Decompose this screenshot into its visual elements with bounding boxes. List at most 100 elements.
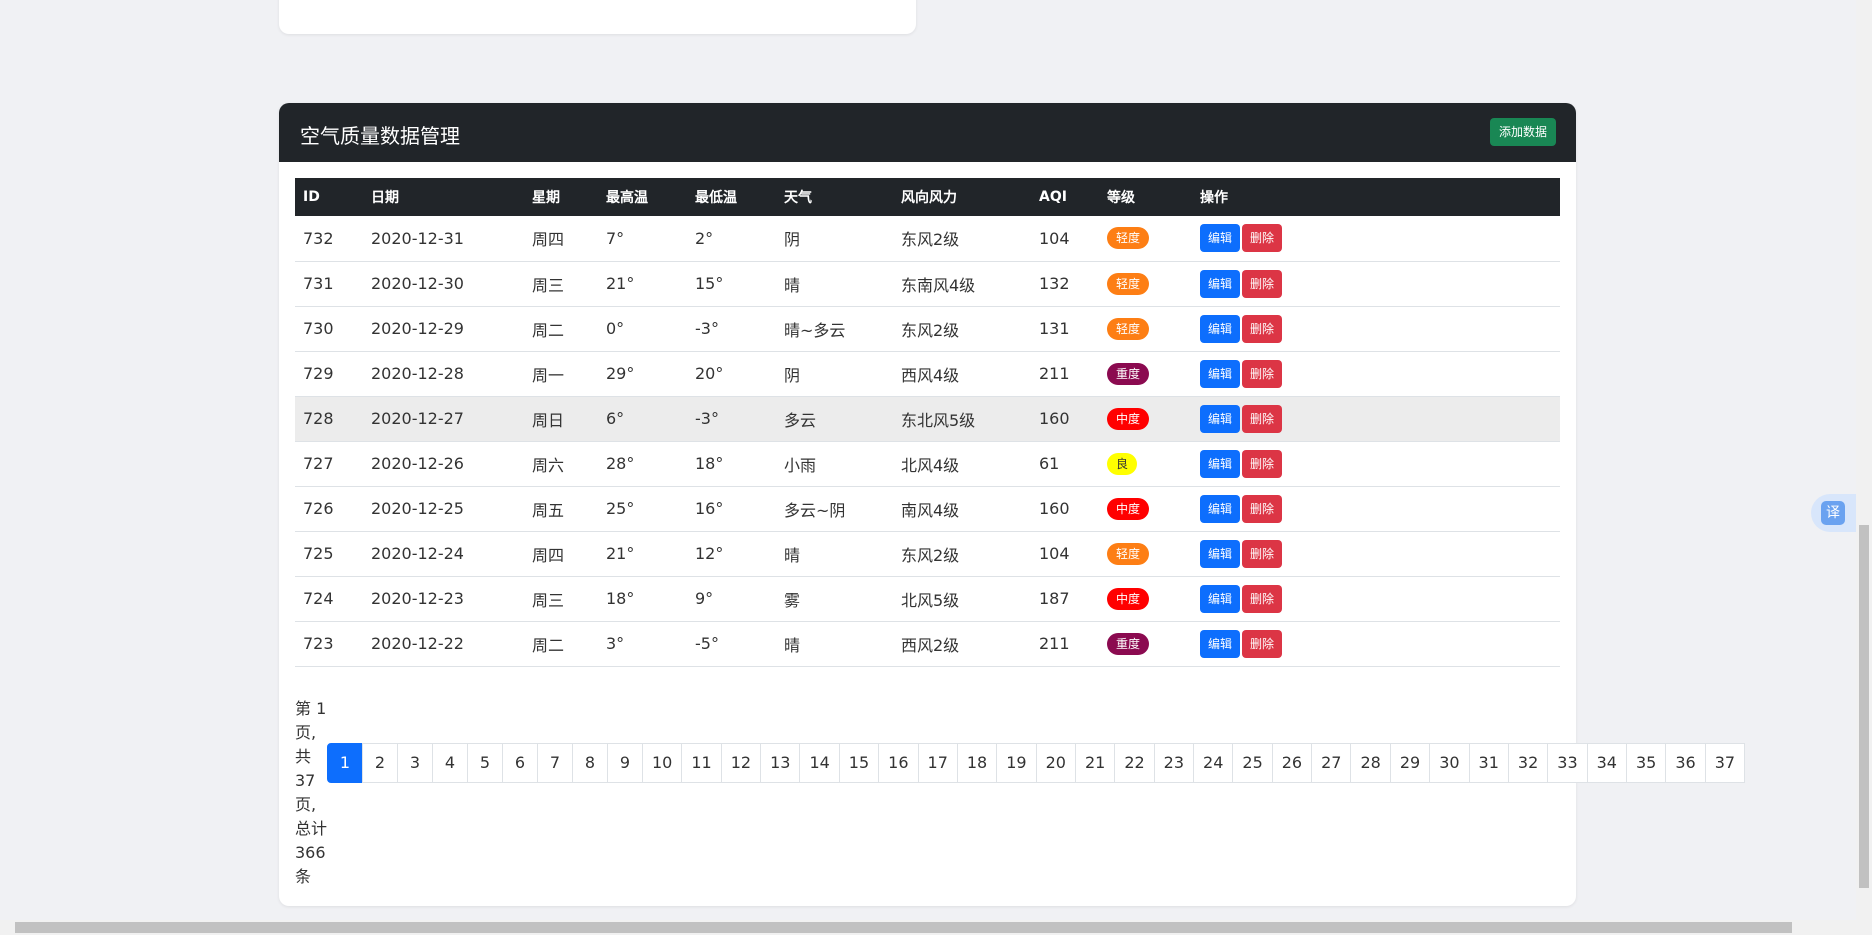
air-quality-table: ID 日期 星期 最高温 最低温 天气 风向风力 AQI 等级 操作 732 2020-12-31 周… [295, 178, 1560, 667]
vertical-scrollbar-thumb[interactable] [1859, 525, 1869, 888]
edit-button[interactable]: 编辑 [1200, 224, 1241, 253]
page-link-6[interactable]: 6 [502, 743, 538, 783]
cell-low-temp: 9° [695, 589, 714, 608]
edit-button[interactable]: 编辑 [1200, 584, 1241, 613]
table-row: 724 2020-12-23 周三 18° 9° 雾 北风5级 187 中度 编辑 删除 [295, 576, 1560, 621]
translate-icon[interactable]: 译 [1821, 501, 1845, 525]
cell-id: 725 [303, 544, 334, 563]
delete-button[interactable]: 删除 [1242, 449, 1283, 478]
page-link-37[interactable]: 37 [1704, 743, 1746, 783]
cell-weather: 多云~阴 [784, 500, 846, 520]
page-link-22[interactable]: 22 [1114, 743, 1155, 783]
edit-button[interactable]: 编辑 [1200, 539, 1241, 568]
page-link-36[interactable]: 36 [1665, 743, 1706, 783]
cell-weather: 多云 [784, 410, 817, 430]
vertical-scrollbar[interactable] [1856, 0, 1872, 920]
page-link-25[interactable]: 25 [1232, 743, 1273, 783]
cell-weekday: 周一 [532, 365, 565, 385]
page-link-15[interactable]: 15 [838, 743, 880, 783]
cell-id: 729 [303, 364, 334, 383]
page-link-24[interactable]: 24 [1193, 743, 1234, 783]
page-link-4[interactable]: 4 [432, 743, 468, 783]
cell-aqi: 132 [1039, 274, 1070, 293]
page-link-31[interactable]: 31 [1468, 743, 1509, 783]
pagination: 1 2 3 4 5 6 7 8 9 10 11 12 13 14 15 16 17 18 19 20 21 22 23 24 2… [327, 743, 1746, 783]
page-link-20[interactable]: 20 [1035, 743, 1076, 783]
cell-actions: 编辑 删除 [1192, 351, 1560, 396]
edit-button[interactable]: 编辑 [1200, 359, 1241, 388]
cell-level: 良 [1099, 441, 1192, 486]
edit-button[interactable]: 编辑 [1200, 449, 1241, 478]
page-link-1[interactable]: 1 [327, 743, 363, 783]
cell-weather: 晴~多云 [784, 320, 846, 340]
page-link-28[interactable]: 28 [1350, 743, 1391, 783]
horizontal-scrollbar[interactable] [0, 920, 1872, 935]
column-header: 天气 [784, 190, 812, 206]
cell-actions: 编辑 删除 [1192, 621, 1560, 666]
edit-button[interactable]: 编辑 [1200, 494, 1241, 523]
page-link-11[interactable]: 11 [681, 743, 722, 783]
cell-aqi: 104 [1039, 544, 1070, 563]
cell-wind: 东风2级 [901, 320, 960, 340]
edit-button[interactable]: 编辑 [1200, 314, 1241, 343]
translate-widget[interactable]: 译 [1811, 494, 1859, 532]
level-badge: 轻度 [1107, 542, 1150, 565]
page-link-2[interactable]: 2 [362, 743, 398, 783]
page-link-19[interactable]: 19 [996, 743, 1037, 783]
page-link-17[interactable]: 17 [917, 743, 958, 783]
delete-button[interactable]: 删除 [1242, 584, 1283, 613]
page-link-5[interactable]: 5 [467, 743, 503, 783]
delete-button[interactable]: 删除 [1242, 359, 1283, 388]
column-header: 日期 [371, 190, 399, 206]
edit-button[interactable]: 编辑 [1200, 404, 1241, 433]
delete-button[interactable]: 删除 [1242, 314, 1283, 343]
cell-low-temp: 18° [695, 454, 724, 473]
cell-date: 2020-12-22 [371, 634, 464, 653]
delete-button[interactable]: 删除 [1242, 224, 1283, 253]
page-link-10[interactable]: 10 [642, 743, 683, 783]
table-row: 729 2020-12-28 周一 29° 20° 阴 西风4级 211 重度 编辑 删除 [295, 351, 1560, 396]
edit-button[interactable]: 编辑 [1200, 629, 1241, 658]
page-link-16[interactable]: 16 [878, 743, 919, 783]
cell-aqi: 211 [1039, 364, 1070, 383]
delete-button[interactable]: 删除 [1242, 629, 1283, 658]
edit-button[interactable]: 编辑 [1200, 269, 1241, 298]
card-header: 空气质量数据管理 添加数据 [279, 103, 1576, 162]
delete-button[interactable]: 删除 [1242, 404, 1283, 433]
cell-level: 轻度 [1099, 261, 1192, 306]
cell-date: 2020-12-26 [371, 454, 464, 473]
page-link-12[interactable]: 12 [720, 743, 762, 783]
page-link-14[interactable]: 14 [799, 743, 840, 783]
page-link-3[interactable]: 3 [397, 743, 433, 783]
cell-date: 2020-12-28 [371, 364, 464, 383]
page-link-35[interactable]: 35 [1625, 743, 1667, 783]
delete-button[interactable]: 删除 [1242, 269, 1283, 298]
page-link-34[interactable]: 34 [1586, 743, 1627, 783]
cell-aqi: 104 [1039, 228, 1070, 248]
add-data-button[interactable]: 添加数据 [1489, 118, 1556, 146]
cell-weekday: 周四 [532, 230, 565, 250]
page-link-23[interactable]: 23 [1153, 743, 1195, 783]
page-link-32[interactable]: 32 [1507, 743, 1549, 783]
column-header: 最高温 [606, 190, 648, 206]
page-link-18[interactable]: 18 [956, 743, 998, 783]
page-link-9[interactable]: 9 [607, 743, 643, 783]
delete-button[interactable]: 删除 [1242, 494, 1283, 523]
cell-wind: 东风2级 [901, 545, 960, 565]
page-link-26[interactable]: 26 [1271, 743, 1313, 783]
page-link-7[interactable]: 7 [537, 743, 573, 783]
page-link-29[interactable]: 29 [1389, 743, 1431, 783]
horizontal-scrollbar-thumb[interactable] [15, 922, 1792, 933]
page-link-13[interactable]: 13 [760, 743, 801, 783]
page-link-27[interactable]: 27 [1311, 743, 1352, 783]
page-link-21[interactable]: 21 [1074, 743, 1116, 783]
delete-button[interactable]: 删除 [1242, 539, 1283, 568]
page-link-8[interactable]: 8 [572, 743, 608, 783]
level-badge: 轻度 [1107, 317, 1150, 340]
column-header: 操作 [1200, 190, 1228, 206]
page-link-30[interactable]: 30 [1429, 743, 1470, 783]
page-link-33[interactable]: 33 [1547, 743, 1588, 783]
cell-wind: 东风2级 [901, 230, 960, 250]
cell-weekday: 周五 [532, 500, 565, 520]
level-badge: 轻度 [1107, 227, 1150, 250]
